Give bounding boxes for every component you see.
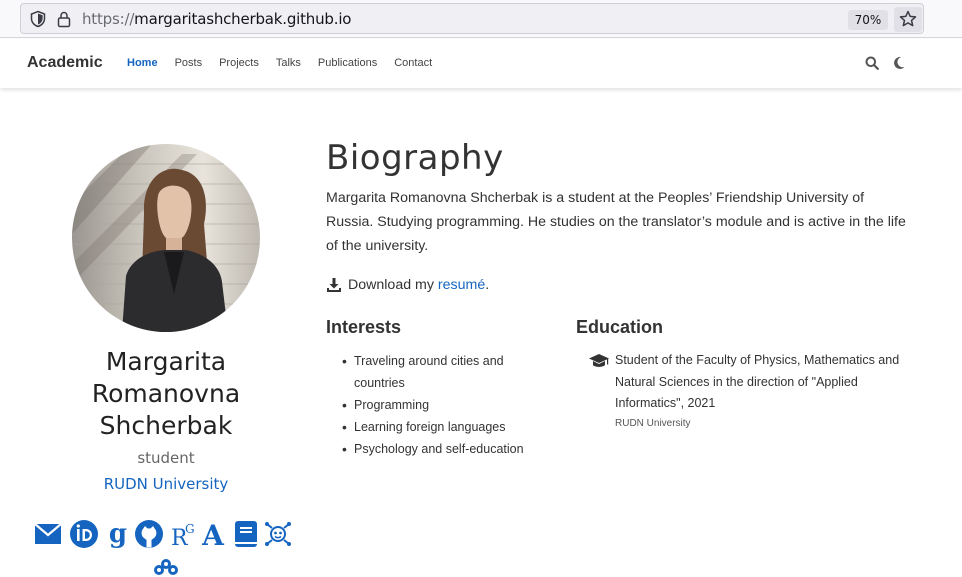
profile-name-line-1: Margarita [105, 347, 227, 376]
book-icon[interactable] [231, 518, 261, 550]
avatar-photo [72, 144, 260, 332]
bookmark-button[interactable] [894, 7, 922, 32]
interests-list: Traveling around cities and countries Pr… [342, 350, 552, 460]
nav-posts[interactable]: Posts [175, 57, 203, 69]
education-course: Student of the Faculty of Physics, Mathe… [615, 353, 900, 410]
svg-text:A: A [201, 519, 225, 550]
profile-role: student [137, 449, 195, 467]
profile-name: Margarita Romanovna Shcherbak [56, 346, 276, 442]
lock-icon[interactable] [56, 10, 72, 28]
education-title: Education [576, 317, 664, 337]
mendeley-icon[interactable] [263, 518, 293, 550]
researchgate-icon[interactable]: R G [168, 518, 198, 550]
education-institution: RUDN University [615, 418, 691, 429]
avatar [72, 144, 260, 332]
nav-talks[interactable]: Talks [276, 57, 301, 69]
site-navbar: Academic Home Posts Projects Talks Publi… [0, 39, 962, 88]
github-icon[interactable] [134, 518, 164, 550]
resume-link[interactable]: resumé [438, 277, 485, 293]
google-scholar-icon[interactable]: g [103, 518, 133, 550]
zoom-indicator[interactable]: 70% [848, 10, 888, 30]
nav-home[interactable]: Home [127, 57, 158, 69]
profile-organization[interactable]: RUDN University [56, 475, 276, 493]
list-item: Programming [342, 394, 552, 416]
orcid-icon[interactable] [69, 518, 99, 550]
svg-text:g: g [109, 519, 127, 549]
nav-publications[interactable]: Publications [318, 57, 377, 69]
list-item: Psychology and self-education [342, 438, 552, 460]
graduation-cap-icon [589, 354, 609, 367]
shield-icon[interactable] [29, 10, 47, 28]
download-text: Download my resumé. [348, 277, 490, 293]
biography-title: Biography [326, 138, 504, 178]
profile-name-line-2: Romanovna [91, 379, 241, 408]
interests-title: Interests [326, 317, 402, 337]
site-brand[interactable]: Academic [27, 54, 103, 72]
biography-text: Margarita Romanovna Shcherbak is a stude… [326, 190, 906, 254]
download-icon [327, 278, 341, 292]
svg-text:G: G [185, 522, 195, 536]
academia-icon[interactable]: A [198, 518, 228, 550]
url-text[interactable]: https://margaritashcherbak.github.io [82, 10, 351, 28]
envelope-icon[interactable] [33, 518, 63, 550]
mendeley-alt-icon[interactable] [151, 558, 181, 577]
list-item: Traveling around cities and countries [342, 350, 552, 394]
list-item: Learning foreign languages [342, 416, 552, 438]
nav-contact[interactable]: Contact [394, 57, 432, 69]
nav-projects[interactable]: Projects [219, 57, 259, 69]
nav-links: Home Posts Projects Talks Publications C… [127, 57, 449, 69]
search-icon[interactable] [865, 56, 879, 70]
moon-icon[interactable] [893, 56, 905, 70]
address-bar[interactable]: https://margaritashcherbak.github.io 70% [20, 3, 924, 34]
profile-name-line-3: Shcherbak [99, 411, 233, 440]
browser-toolbar: https://margaritashcherbak.github.io 70% [0, 0, 962, 38]
star-icon [899, 10, 917, 27]
